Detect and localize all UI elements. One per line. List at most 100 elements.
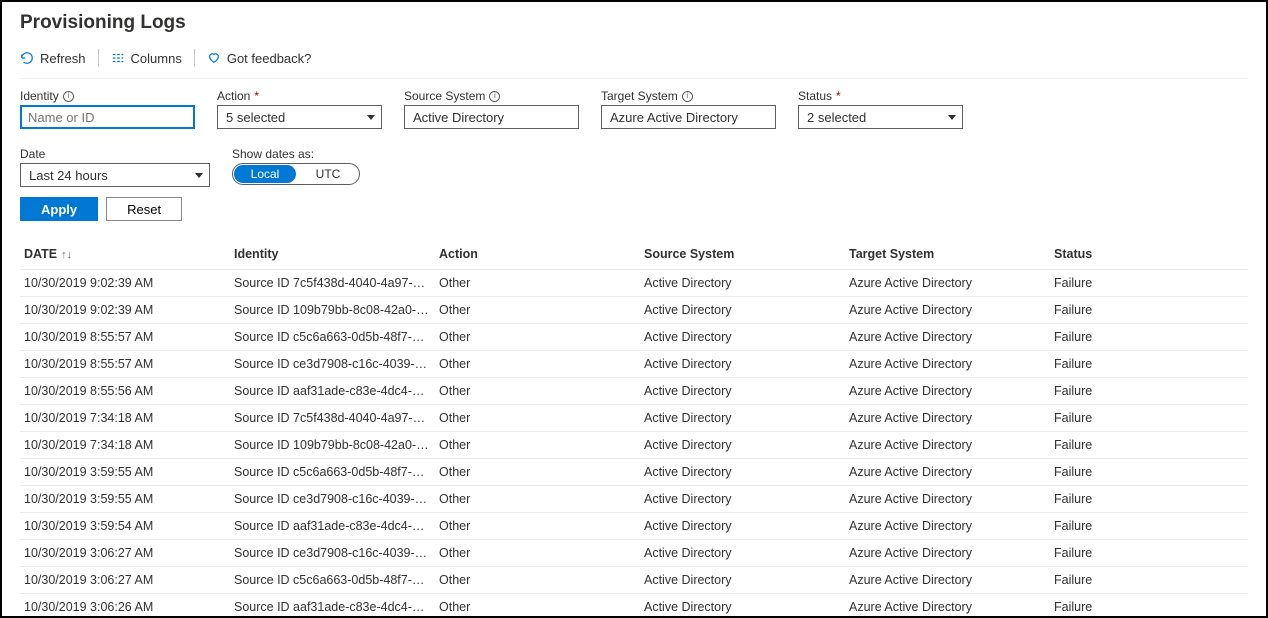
cell-date: 10/30/2019 7:34:18 AM: [20, 405, 230, 432]
cell-target: Azure Active Directory: [845, 324, 1050, 351]
cell-identity: Source ID aaf31ade-c83e-4dc4-878c-da25: [230, 594, 435, 618]
reset-button[interactable]: Reset: [106, 197, 182, 221]
identity-label: Identityi: [20, 89, 195, 103]
cell-target: Azure Active Directory: [845, 351, 1050, 378]
cell-identity: Source ID 7c5f438d-4040-4a97-8a45-9d6: [230, 405, 435, 432]
cell-date: 10/30/2019 3:59:55 AM: [20, 486, 230, 513]
cell-identity: Source ID c5c6a663-0d5b-48f7-b1d7-ec4: [230, 324, 435, 351]
cell-date: 10/30/2019 3:06:26 AM: [20, 594, 230, 618]
source-system-label: Source Systemi: [404, 89, 579, 103]
cell-identity: Source ID aaf31ade-c83e-4dc4-878c-da25: [230, 513, 435, 540]
target-system-dropdown[interactable]: Azure Active Directory: [601, 105, 776, 129]
cell-source: Active Directory: [640, 567, 845, 594]
cell-status: Failure: [1050, 378, 1248, 405]
table-row[interactable]: 10/30/2019 3:59:54 AMSource ID aaf31ade-…: [20, 513, 1248, 540]
identity-input[interactable]: [20, 105, 195, 129]
cell-action: Other: [435, 459, 640, 486]
refresh-icon: [20, 51, 34, 65]
page-title: Provisioning Logs: [20, 12, 1248, 34]
table-row[interactable]: 10/30/2019 3:59:55 AMSource ID ce3d7908-…: [20, 486, 1248, 513]
table-row[interactable]: 10/30/2019 8:55:56 AMSource ID aaf31ade-…: [20, 378, 1248, 405]
cell-source: Active Directory: [640, 378, 845, 405]
cell-source: Active Directory: [640, 405, 845, 432]
cell-status: Failure: [1050, 405, 1248, 432]
source-system-dropdown[interactable]: Active Directory: [404, 105, 579, 129]
cell-source: Active Directory: [640, 297, 845, 324]
cell-date: 10/30/2019 9:02:39 AM: [20, 270, 230, 297]
columns-button[interactable]: Columns: [99, 48, 194, 68]
cell-identity: Source ID 7c5f438d-4040-4a97-8a45-9d6: [230, 270, 435, 297]
cell-identity: Source ID 109b79bb-8c08-42a0-a6d1-8fc: [230, 297, 435, 324]
cell-source: Active Directory: [640, 324, 845, 351]
date-label: Date: [20, 147, 210, 161]
refresh-button[interactable]: Refresh: [20, 48, 98, 68]
col-source[interactable]: Source System: [640, 239, 845, 270]
cell-action: Other: [435, 351, 640, 378]
col-action[interactable]: Action: [435, 239, 640, 270]
cell-action: Other: [435, 513, 640, 540]
col-identity[interactable]: Identity: [230, 239, 435, 270]
cell-identity: Source ID aaf31ade-c83e-4dc4-878c-da25: [230, 378, 435, 405]
table-row[interactable]: 10/30/2019 9:02:39 AMSource ID 109b79bb-…: [20, 297, 1248, 324]
cell-identity: Source ID ce3d7908-c16c-4039-a346-b72: [230, 540, 435, 567]
cell-source: Active Directory: [640, 486, 845, 513]
feedback-button[interactable]: Got feedback?: [195, 48, 324, 68]
columns-icon: [111, 51, 125, 65]
heart-icon: [207, 51, 221, 65]
cell-status: Failure: [1050, 486, 1248, 513]
columns-label: Columns: [131, 51, 182, 66]
table-row[interactable]: 10/30/2019 9:02:39 AMSource ID 7c5f438d-…: [20, 270, 1248, 297]
cell-date: 10/30/2019 7:34:18 AM: [20, 432, 230, 459]
toggle-local[interactable]: Local: [234, 165, 296, 183]
table-row[interactable]: 10/30/2019 3:59:55 AMSource ID c5c6a663-…: [20, 459, 1248, 486]
cell-date: 10/30/2019 9:02:39 AM: [20, 297, 230, 324]
toggle-utc[interactable]: UTC: [297, 164, 359, 184]
cell-status: Failure: [1050, 351, 1248, 378]
table-row[interactable]: 10/30/2019 8:55:57 AMSource ID ce3d7908-…: [20, 351, 1248, 378]
date-dropdown[interactable]: Last 24 hours: [20, 163, 210, 187]
cell-action: Other: [435, 270, 640, 297]
cell-identity: Source ID ce3d7908-c16c-4039-a346-b72: [230, 486, 435, 513]
table-row[interactable]: 10/30/2019 7:34:18 AMSource ID 109b79bb-…: [20, 432, 1248, 459]
table-row[interactable]: 10/30/2019 3:06:27 AMSource ID ce3d7908-…: [20, 540, 1248, 567]
table-row[interactable]: 10/30/2019 3:06:26 AMSource ID aaf31ade-…: [20, 594, 1248, 618]
action-dropdown[interactable]: 5 selected: [217, 105, 382, 129]
cell-status: Failure: [1050, 297, 1248, 324]
cell-status: Failure: [1050, 540, 1248, 567]
col-date[interactable]: DATE↑↓: [20, 239, 230, 270]
table-row[interactable]: 10/30/2019 3:06:27 AMSource ID c5c6a663-…: [20, 567, 1248, 594]
col-target[interactable]: Target System: [845, 239, 1050, 270]
table-row[interactable]: 10/30/2019 8:55:57 AMSource ID c5c6a663-…: [20, 324, 1248, 351]
cell-date: 10/30/2019 3:59:55 AM: [20, 459, 230, 486]
cell-date: 10/30/2019 3:06:27 AM: [20, 567, 230, 594]
table-row[interactable]: 10/30/2019 7:34:18 AMSource ID 7c5f438d-…: [20, 405, 1248, 432]
apply-button[interactable]: Apply: [20, 197, 98, 221]
cell-target: Azure Active Directory: [845, 459, 1050, 486]
cell-source: Active Directory: [640, 351, 845, 378]
cell-target: Azure Active Directory: [845, 378, 1050, 405]
cell-target: Azure Active Directory: [845, 486, 1050, 513]
cell-date: 10/30/2019 3:06:27 AM: [20, 540, 230, 567]
cell-target: Azure Active Directory: [845, 432, 1050, 459]
target-system-label: Target Systemi: [601, 89, 776, 103]
command-bar: Refresh Columns Got feedback?: [20, 48, 1248, 79]
cell-status: Failure: [1050, 513, 1248, 540]
cell-action: Other: [435, 594, 640, 618]
cell-identity: Source ID ce3d7908-c16c-4039-a346-b72: [230, 351, 435, 378]
status-dropdown[interactable]: 2 selected: [798, 105, 963, 129]
col-status[interactable]: Status: [1050, 239, 1248, 270]
cell-target: Azure Active Directory: [845, 594, 1050, 618]
cell-identity: Source ID 109b79bb-8c08-42a0-a6d1-8fc: [230, 432, 435, 459]
cell-target: Azure Active Directory: [845, 297, 1050, 324]
cell-date: 10/30/2019 8:55:57 AM: [20, 351, 230, 378]
cell-target: Azure Active Directory: [845, 513, 1050, 540]
action-label: Action *: [217, 89, 382, 103]
cell-source: Active Directory: [640, 432, 845, 459]
cell-status: Failure: [1050, 567, 1248, 594]
status-label: Status *: [798, 89, 963, 103]
cell-date: 10/30/2019 3:59:54 AM: [20, 513, 230, 540]
cell-status: Failure: [1050, 324, 1248, 351]
chevron-down-icon: [367, 115, 375, 120]
cell-action: Other: [435, 378, 640, 405]
show-dates-toggle[interactable]: Local UTC: [232, 163, 360, 185]
